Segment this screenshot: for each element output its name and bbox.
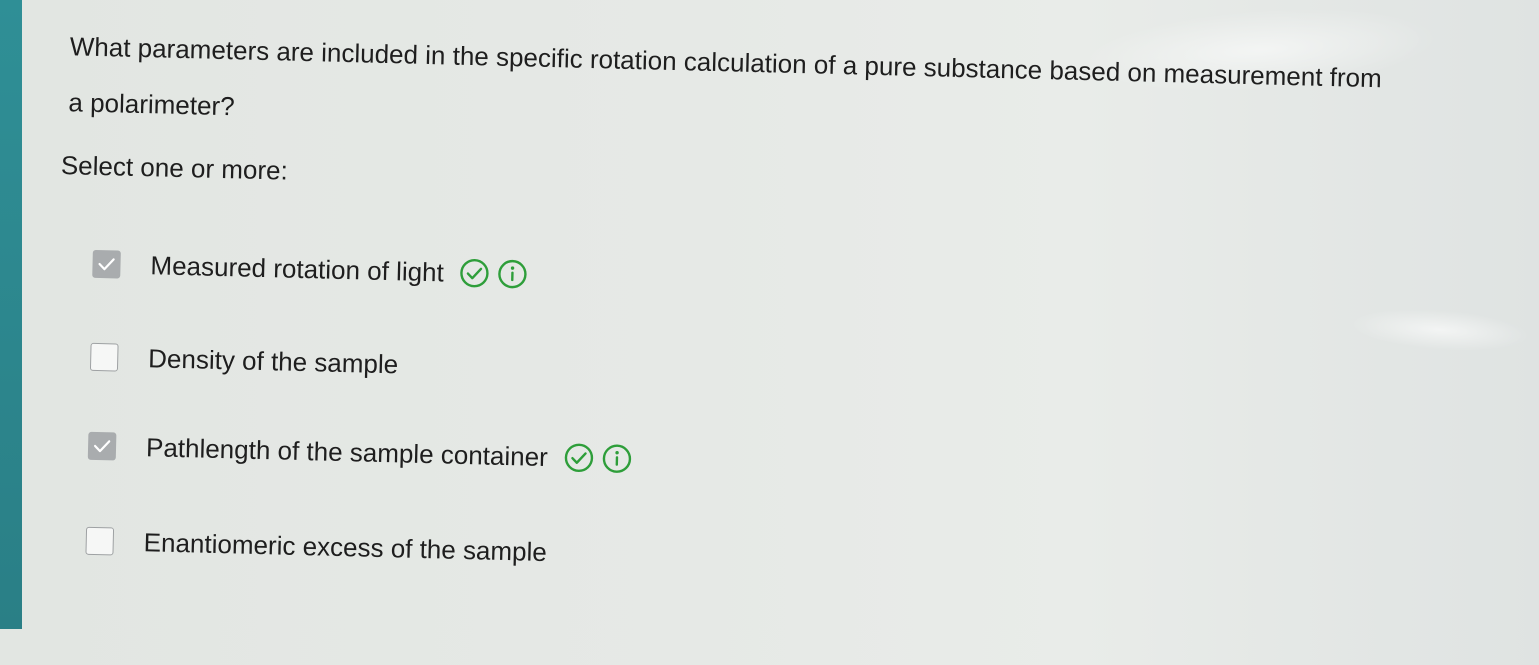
checkbox-unchecked[interactable]: [89, 342, 119, 372]
quiz-question-panel: What parameters are included in the spec…: [0, 0, 1539, 665]
check-circle-icon: [563, 442, 594, 473]
checkbox-checked[interactable]: [92, 249, 121, 279]
checkmark-icon: [98, 258, 115, 271]
question-text: What parameters are included in the spec…: [68, 31, 1383, 122]
answer-option-rotation[interactable]: Measured rotation of light: [92, 244, 528, 295]
answer-option-density[interactable]: Density of the sample: [89, 337, 399, 385]
answer-option-label: Enantiomeric excess of the sample: [143, 526, 548, 567]
answer-option-label: Measured rotation of light: [150, 249, 445, 287]
checkbox-unchecked[interactable]: [85, 526, 115, 556]
checkmark-icon: [93, 440, 111, 453]
checkbox-checked[interactable]: [87, 431, 117, 461]
answer-option-label: Density of the sample: [147, 342, 399, 379]
check-circle-icon: [459, 258, 490, 289]
select-prompt: Select one or more:: [60, 150, 289, 186]
info-circle-icon[interactable]: [497, 259, 528, 290]
answer-option-enantiomeric[interactable]: Enantiomeric excess of the sample: [85, 521, 547, 572]
info-circle-icon[interactable]: [601, 443, 632, 474]
answer-option-label: Pathlength of the sample container: [145, 431, 549, 472]
answer-option-pathlength[interactable]: Pathlength of the sample container: [87, 426, 633, 479]
